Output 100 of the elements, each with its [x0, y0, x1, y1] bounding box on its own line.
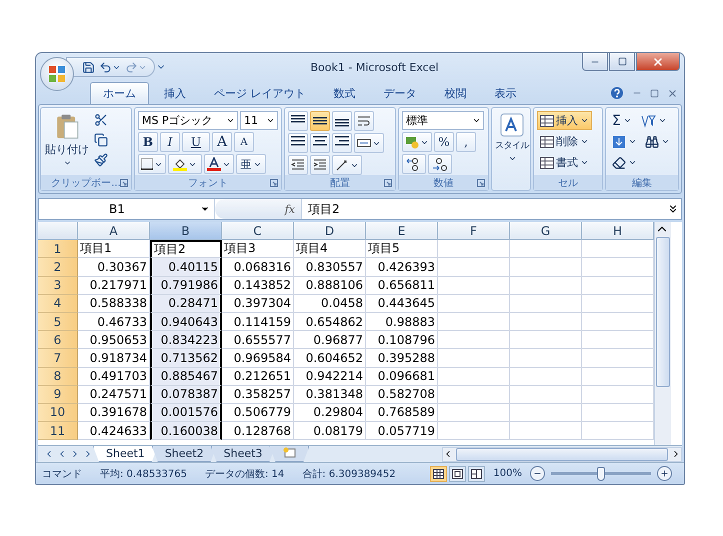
paste-button[interactable]: 貼り付け: [44, 111, 90, 169]
table-cell[interactable]: 0.397304: [222, 294, 294, 313]
align-right-button[interactable]: [332, 133, 352, 153]
ribbon-tab[interactable]: ホーム: [90, 82, 149, 104]
column-header[interactable]: F: [438, 222, 510, 240]
ribbon-tab[interactable]: ページ レイアウト: [201, 82, 318, 104]
vertical-align-button[interactable]: [332, 111, 352, 131]
row-header[interactable]: 11: [38, 422, 78, 440]
autosum-button[interactable]: Σ: [609, 111, 635, 130]
table-cell[interactable]: 項目2: [150, 240, 222, 258]
align-left-button[interactable]: [288, 133, 308, 153]
increase-indent-button[interactable]: [310, 155, 330, 175]
font-color-button[interactable]: [204, 154, 234, 174]
wrap-text-button[interactable]: [354, 111, 374, 131]
table-cell[interactable]: 0.0458: [294, 294, 366, 313]
table-cell[interactable]: 0.096681: [366, 368, 438, 386]
format-painter-button[interactable]: [93, 151, 109, 169]
table-cell[interactable]: 0.391678: [78, 404, 150, 422]
decrease-decimal-button[interactable]: [428, 154, 452, 174]
row-header[interactable]: 3: [38, 276, 78, 295]
vertical-align-button[interactable]: [288, 111, 308, 131]
view-button[interactable]: [430, 466, 448, 482]
table-cell[interactable]: 0.654862: [294, 312, 366, 332]
table-cell[interactable]: 0.40115: [150, 258, 222, 277]
column-header[interactable]: B: [150, 222, 222, 240]
insert-sheet-button[interactable]: [269, 446, 310, 462]
restore-icon[interactable]: [650, 88, 659, 98]
close-icon[interactable]: [667, 88, 678, 98]
table-cell[interactable]: 0.830557: [294, 258, 366, 277]
phonetic-button[interactable]: 亜: [236, 154, 266, 174]
table-cell[interactable]: 0.381348: [294, 386, 366, 404]
increase-decimal-button[interactable]: [402, 154, 426, 174]
table-cell[interactable]: 0.358257: [222, 386, 294, 404]
table-cell[interactable]: 0.143852: [222, 276, 294, 295]
copy-button[interactable]: [93, 131, 109, 149]
align-center-button[interactable]: [310, 133, 330, 153]
table-cell[interactable]: 項目4: [294, 240, 366, 258]
table-cell[interactable]: 0.491703: [78, 368, 150, 386]
dialog-launcher-icon[interactable]: [477, 179, 485, 187]
table-cell[interactable]: 0.791986: [150, 276, 222, 295]
table-cell[interactable]: 0.068316: [222, 258, 294, 277]
ribbon-tab[interactable]: 挿入: [151, 82, 199, 104]
close-button[interactable]: [636, 53, 680, 71]
table-cell[interactable]: 0.212651: [222, 368, 294, 386]
table-cell[interactable]: 0.29804: [294, 404, 366, 422]
percent-button[interactable]: %: [434, 132, 454, 152]
table-cell[interactable]: 項目1: [78, 240, 150, 258]
number-format-field[interactable]: 標準: [402, 111, 484, 130]
table-cell[interactable]: 0.395288: [366, 349, 438, 368]
select-all-button[interactable]: [38, 222, 78, 240]
grow-font-button[interactable]: A: [212, 132, 232, 152]
table-cell[interactable]: 0.885467: [150, 368, 222, 386]
table-cell[interactable]: 0.424633: [78, 422, 150, 440]
row-header[interactable]: 2: [38, 258, 78, 277]
insert-function-button[interactable]: fx: [284, 202, 295, 216]
table-cell[interactable]: 0.217971: [78, 276, 150, 295]
column-header[interactable]: G: [510, 222, 582, 240]
table-cell[interactable]: 項目3: [222, 240, 294, 258]
table-cell[interactable]: 0.078387: [150, 386, 222, 404]
cut-button[interactable]: [93, 111, 109, 129]
table-cell[interactable]: 0.582708: [366, 386, 438, 404]
underline-button[interactable]: U: [182, 132, 210, 152]
row-header[interactable]: 9: [38, 386, 78, 404]
table-cell[interactable]: 0.160038: [150, 422, 222, 440]
column-header[interactable]: D: [294, 222, 366, 240]
row-header[interactable]: 6: [38, 331, 78, 350]
ribbon-tab[interactable]: データ: [370, 82, 430, 104]
column-header[interactable]: A: [78, 222, 150, 240]
vertical-align-button[interactable]: [310, 111, 330, 131]
maximize-button[interactable]: [609, 53, 635, 71]
view-button[interactable]: [449, 466, 466, 482]
font-size-field[interactable]: 11: [240, 111, 278, 130]
row-header[interactable]: 8: [38, 368, 78, 386]
dialog-launcher-icon[interactable]: [384, 179, 392, 187]
horizontal-scrollbar[interactable]: [442, 446, 682, 462]
row-header[interactable]: 4: [38, 294, 78, 313]
table-cell[interactable]: 0.443645: [366, 294, 438, 313]
zoom-out-button[interactable]: [530, 466, 545, 481]
table-cell[interactable]: 0.834223: [150, 331, 222, 350]
table-cell[interactable]: 0.96877: [294, 331, 366, 350]
table-cell[interactable]: 0.128768: [222, 422, 294, 440]
font-name-field[interactable]: MS Pゴシック: [138, 111, 238, 130]
table-cell[interactable]: 0.604652: [294, 349, 366, 368]
zoom-slider-thumb[interactable]: [597, 466, 605, 480]
table-cell[interactable]: 0.30367: [78, 258, 150, 277]
table-cell[interactable]: 0.918734: [78, 349, 150, 368]
row-header[interactable]: 10: [38, 404, 78, 422]
dialog-launcher-icon[interactable]: [120, 179, 128, 187]
table-cell[interactable]: 0.108796: [366, 331, 438, 350]
column-header[interactable]: E: [366, 222, 438, 240]
ribbon-tab[interactable]: 数式: [320, 82, 368, 104]
table-cell[interactable]: 0.114159: [222, 312, 294, 332]
zoom-in-button[interactable]: [657, 466, 672, 481]
table-cell[interactable]: 項目5: [366, 240, 438, 258]
table-cell[interactable]: 0.247571: [78, 386, 150, 404]
table-cell[interactable]: 0.057719: [366, 422, 438, 440]
decrease-indent-button[interactable]: [288, 155, 308, 175]
styles-button[interactable]: スタイル: [495, 111, 529, 169]
table-cell[interactable]: 0.001576: [150, 404, 222, 422]
row-header[interactable]: 7: [38, 349, 78, 368]
